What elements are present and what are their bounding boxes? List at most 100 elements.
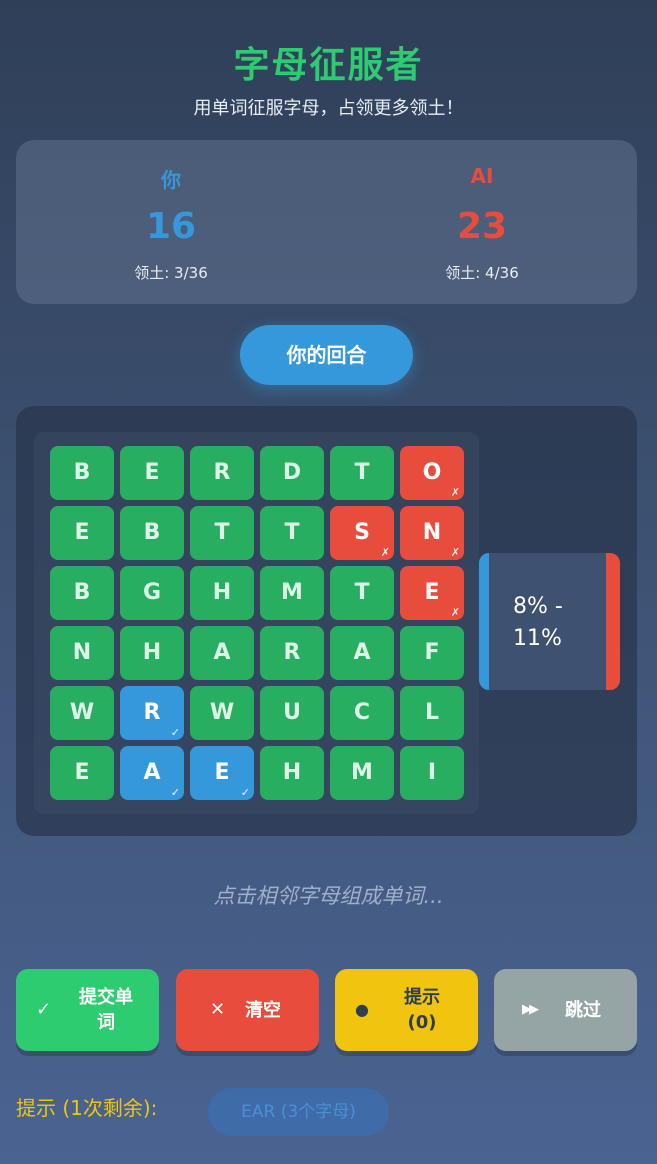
letter-tile-text: A — [143, 760, 161, 785]
letter-tile-text: E — [214, 760, 230, 785]
letter-tile-text: O — [422, 460, 442, 485]
player-ai-score: 23 — [456, 206, 508, 247]
letter-tile-r5c6[interactable]: L — [400, 686, 464, 740]
turn-indicator: 你的回合 — [240, 325, 413, 385]
player-ai-score-card: AI 23 领土: 4/36 — [327, 140, 637, 304]
letter-tile-text: M — [351, 760, 373, 785]
letter-tile-text: C — [353, 700, 371, 725]
meter-label: 8% - 11% — [513, 591, 593, 655]
letter-tile-text: T — [214, 520, 230, 545]
letter-tile-r5c3[interactable]: W — [190, 686, 254, 740]
letter-tile-text: E — [144, 460, 160, 485]
letter-tile-r1c6[interactable]: O ✗ — [400, 446, 464, 500]
letter-tile-text: W — [69, 700, 95, 725]
player-ai-territory: 领土: 4/36 — [445, 264, 519, 282]
letter-tile-text: A — [353, 640, 371, 665]
letter-tile-r4c1[interactable]: N — [50, 626, 114, 680]
letter-tile-text: H — [142, 640, 162, 665]
letter-tile-text: B — [73, 460, 91, 485]
letter-tile-text: N — [72, 640, 92, 665]
owned-check-icon: ✓ — [240, 786, 250, 799]
letter-tile-r3c1[interactable]: B — [50, 566, 114, 620]
letter-tile-r1c3[interactable]: R — [190, 446, 254, 500]
clear-label: 清空 — [245, 999, 281, 1021]
letter-tile-text: N — [422, 520, 442, 545]
letter-tile-r5c1[interactable]: W — [50, 686, 114, 740]
letter-tile-r4c5[interactable]: A — [330, 626, 394, 680]
letter-tile-r1c1[interactable]: B — [50, 446, 114, 500]
lightbulb-icon: ● — [355, 1000, 369, 1019]
letter-tile-r3c2[interactable]: G — [120, 566, 184, 620]
owned-check-icon: ✓ — [170, 726, 180, 739]
letter-tile-r6c2[interactable]: A ✓ — [120, 746, 184, 800]
hint-label-line: 提示 — [404, 987, 440, 1008]
meter-you-bar — [479, 553, 489, 690]
check-icon: ✓ — [36, 999, 52, 1020]
letter-tile-r5c5[interactable]: C — [330, 686, 394, 740]
letter-tile-r6c1[interactable]: E — [50, 746, 114, 800]
letter-tile-text: R — [143, 700, 161, 725]
letter-tile-r2c3[interactable]: T — [190, 506, 254, 560]
player-you-name: 你 — [161, 168, 181, 192]
instruction-text: 点击相邻字母组成单词... — [213, 884, 444, 908]
letter-tile-r3c4[interactable]: M — [260, 566, 324, 620]
letter-tile-r6c3[interactable]: E ✓ — [190, 746, 254, 800]
letter-tile-text: T — [354, 460, 370, 485]
skip-button[interactable]: ▶▶ 跳过 — [494, 969, 637, 1051]
submit-word-button[interactable]: ✓ 提交单词 — [16, 969, 159, 1051]
letter-tile-r3c6[interactable]: E ✗ — [400, 566, 464, 620]
clear-button[interactable]: ✕ 清空 — [176, 969, 319, 1051]
letter-tile-r1c2[interactable]: E — [120, 446, 184, 500]
letter-tile-r5c4[interactable]: U — [260, 686, 324, 740]
letter-tile-text: U — [283, 700, 301, 725]
meter-label-high: 11% — [513, 626, 562, 651]
letter-tile-text: E — [424, 580, 440, 605]
game-title: 字母征服者 — [233, 45, 424, 86]
letter-tile-r1c4[interactable]: D — [260, 446, 324, 500]
letter-tile-r2c6[interactable]: N ✗ — [400, 506, 464, 560]
letter-tile-r6c6[interactable]: I — [400, 746, 464, 800]
fast-forward-icon: ▶▶ — [522, 1002, 539, 1017]
letter-tile-r3c5[interactable]: T — [330, 566, 394, 620]
letter-tile-r4c3[interactable]: A — [190, 626, 254, 680]
owned-cross-icon: ✗ — [450, 546, 460, 559]
letter-tile-text: S — [354, 520, 370, 545]
player-you-score: 16 — [145, 206, 197, 247]
letter-tile-r2c1[interactable]: E — [50, 506, 114, 560]
letter-tile-text: H — [212, 580, 232, 605]
hint-remaining-label: 提示 (1次剩余): — [16, 1096, 158, 1120]
hint-label-text: 提示 (0) — [404, 985, 440, 1035]
owned-cross-icon: ✗ — [450, 606, 460, 619]
submit-word-label-line: 词 — [97, 1012, 115, 1033]
letter-tile-r2c4[interactable]: T — [260, 506, 324, 560]
submit-word-label: 提交单词 — [66, 969, 146, 1051]
letter-tile-text: T — [354, 580, 370, 605]
letter-tile-text: W — [209, 700, 235, 725]
letter-tile-text: L — [424, 700, 440, 725]
letter-tile-text: T — [284, 520, 300, 545]
hint-button[interactable]: ● 提示 (0) — [335, 969, 478, 1051]
owned-cross-icon: ✗ — [450, 486, 460, 499]
letter-tile-text: R — [213, 460, 231, 485]
letter-tile-text: A — [213, 640, 231, 665]
letter-tile-text: E — [74, 520, 90, 545]
letter-tile-r5c2[interactable]: R ✓ — [120, 686, 184, 740]
letter-tile-r3c3[interactable]: H — [190, 566, 254, 620]
letter-tile-r2c5[interactable]: S ✗ — [330, 506, 394, 560]
hint-suggestion-chip[interactable]: EAR (3个字母) — [208, 1088, 389, 1136]
letter-tile-r4c2[interactable]: H — [120, 626, 184, 680]
letter-tile-text: M — [281, 580, 303, 605]
board-panel: B E R D T O ✗ E B T T S ✗ N ✗ B G H M T E ✗ N H A R A F W R ✓ W U C L E A ✓ E ✓… — [16, 406, 637, 836]
letter-tile-r6c4[interactable]: H — [260, 746, 324, 800]
game-subtitle: 用单词征服字母，占领更多领土！ — [193, 98, 464, 119]
letter-tile-r6c5[interactable]: M — [330, 746, 394, 800]
owned-cross-icon: ✗ — [380, 546, 390, 559]
player-you-territory: 领土: 3/36 — [134, 264, 208, 282]
letter-tile-r4c6[interactable]: F — [400, 626, 464, 680]
letter-tile-r1c5[interactable]: T — [330, 446, 394, 500]
meter-ai-bar — [606, 553, 620, 690]
score-panel: 你 16 领土: 3/36 AI 23 领土: 4/36 — [16, 140, 637, 304]
letter-tile-text: R — [283, 640, 301, 665]
letter-tile-r2c2[interactable]: B — [120, 506, 184, 560]
letter-tile-r4c4[interactable]: R — [260, 626, 324, 680]
